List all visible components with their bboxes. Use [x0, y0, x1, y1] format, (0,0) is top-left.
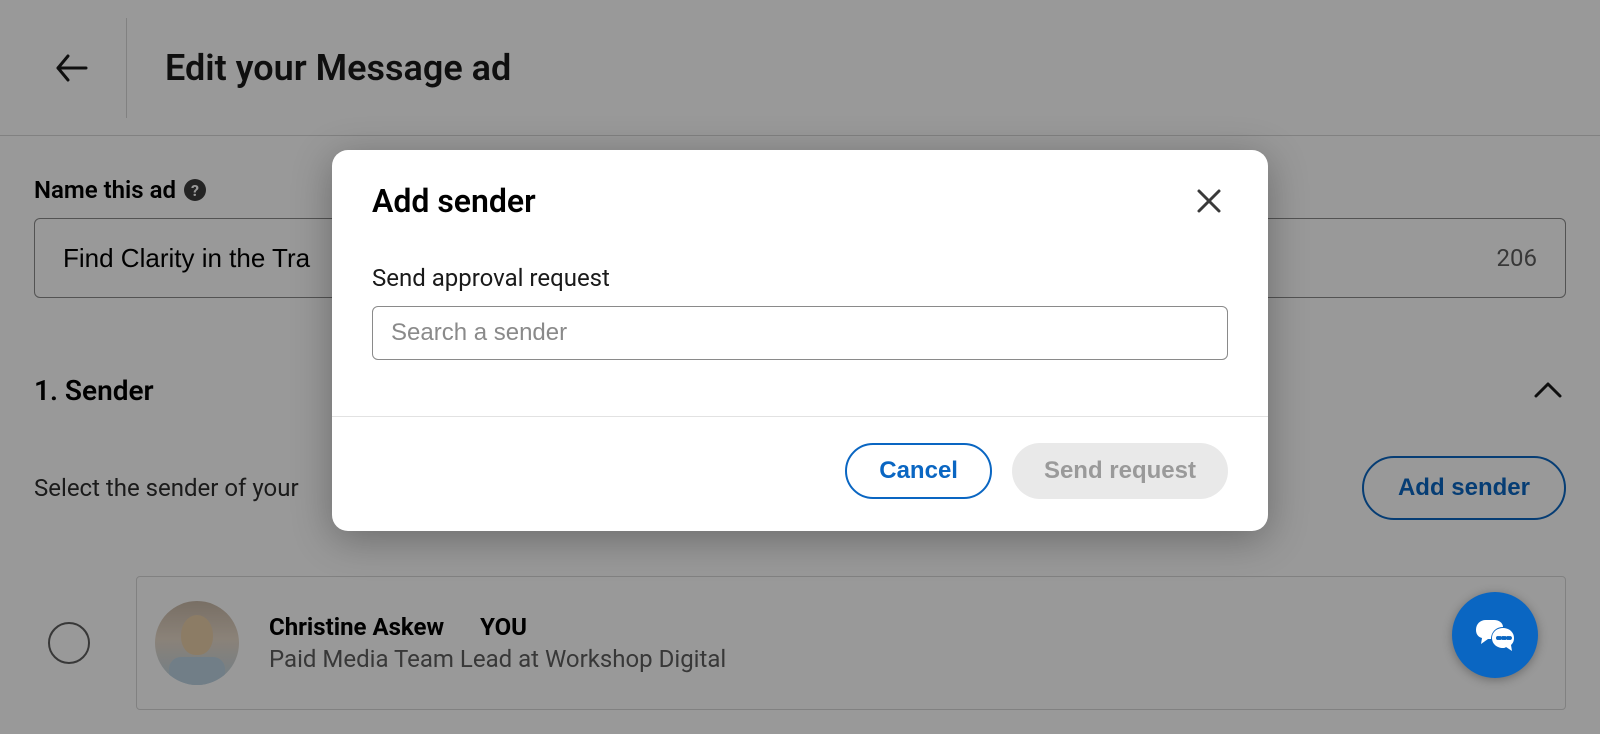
close-button[interactable] [1190, 182, 1228, 220]
chat-fab[interactable] [1452, 592, 1538, 678]
close-icon [1194, 186, 1224, 216]
send-request-button[interactable]: Send request [1012, 443, 1228, 499]
cancel-button[interactable]: Cancel [845, 443, 992, 499]
chat-icon [1472, 612, 1518, 658]
add-sender-modal: Add sender Send approval request Cancel … [332, 150, 1268, 531]
approval-label: Send approval request [372, 264, 1228, 292]
search-sender-input[interactable] [372, 306, 1228, 360]
modal-overlay: Add sender Send approval request Cancel … [0, 0, 1600, 734]
modal-title: Add sender [372, 182, 536, 220]
